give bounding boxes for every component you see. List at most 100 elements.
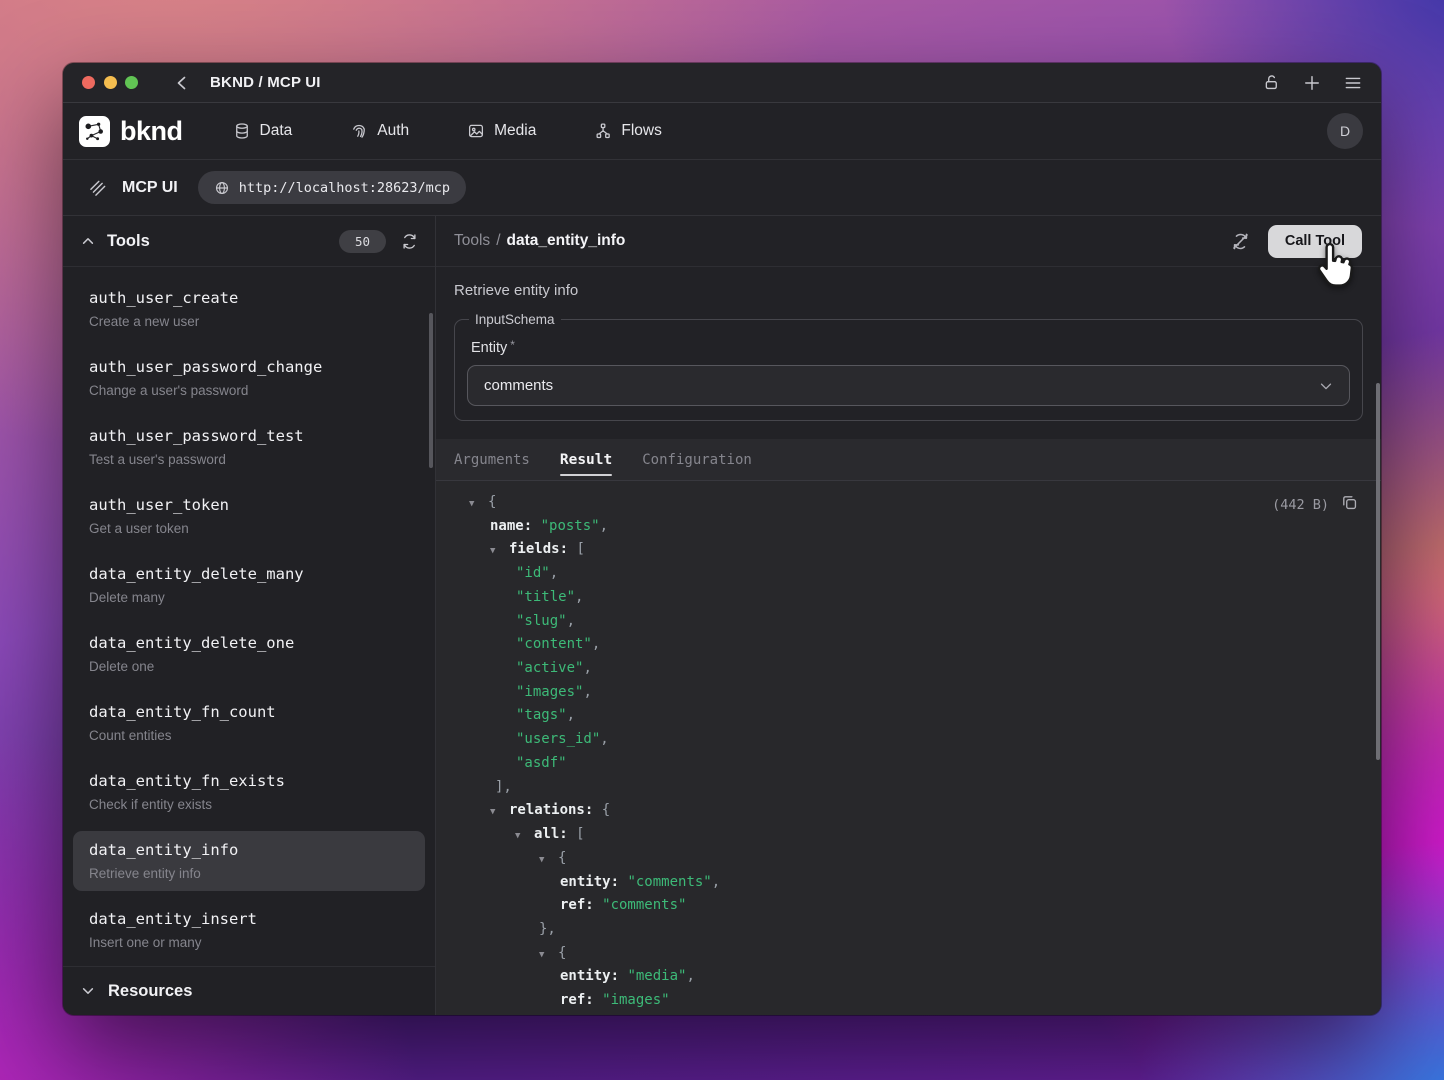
tool-description: Delete many [89, 589, 419, 606]
zoom-window-button[interactable] [125, 76, 138, 89]
breadcrumb-current-tool: data_entity_info [507, 232, 626, 250]
sidebar-scrollbar-thumb[interactable] [429, 313, 433, 468]
sidebar-tool-item[interactable]: data_entity_fn_countCount entities [63, 693, 435, 762]
nav-item-auth[interactable]: Auth [350, 122, 409, 140]
code-line: ▼{ [469, 491, 1381, 515]
code-line: "asdf" [469, 752, 1381, 776]
code-line: ▼relations: { [469, 799, 1381, 823]
result-json-viewer: (442 B) ▼{name: "posts",▼fields: ["id","… [436, 481, 1381, 1015]
code-line: ], [469, 776, 1381, 800]
title-bar: BKND / MCP UI [63, 63, 1381, 103]
collapse-toggle-icon[interactable]: ▼ [490, 540, 509, 564]
code-line: ▼fields: [ [469, 538, 1381, 562]
tab-configuration[interactable]: Configuration [642, 439, 752, 480]
minimize-window-button[interactable] [104, 76, 117, 89]
server-url: http://localhost:28623/mcp [239, 180, 450, 196]
chevron-down-icon [1317, 377, 1335, 395]
tool-detail-panel: Tools / data_entity_info Call Tool Retri… [436, 216, 1381, 1015]
chevron-left-icon [174, 75, 190, 91]
server-url-pill[interactable]: http://localhost:28623/mcp [198, 171, 466, 204]
sidebar-tool-item[interactable]: auth_user_password_test Test a user's pas… [63, 417, 435, 486]
chevron-up-icon [81, 234, 95, 248]
tools-count-badge: 50 [339, 230, 386, 253]
new-tab-button[interactable] [1302, 73, 1322, 93]
nav-item-label: Auth [377, 122, 409, 140]
menu-button[interactable] [1343, 73, 1363, 93]
tool-description: Change a user's password [89, 382, 419, 399]
code-line: ▼{ [469, 942, 1381, 966]
code-line: entity: "media", [469, 965, 1381, 989]
tool-name: data_entity_fn_exists [89, 771, 419, 791]
tab-arguments[interactable]: Arguments [454, 439, 530, 480]
mcp-icon [88, 178, 108, 198]
code-line: "users_id", [469, 728, 1381, 752]
code-line: entity: "comments", [469, 871, 1381, 895]
tool-description: Create a new user [89, 313, 419, 330]
input-schema-legend: InputSchema [469, 312, 561, 327]
sidebar-tool-item[interactable]: auth_user_tokenGet a user token [63, 486, 435, 555]
collapse-toggle-icon[interactable]: ▼ [490, 801, 509, 825]
desktop-background: BKND / MCP UI [0, 0, 1444, 1080]
tool-name: auth_user_password_test [89, 426, 419, 446]
plus-icon [1302, 73, 1322, 93]
collapse-toggle-icon[interactable]: ▼ [539, 849, 558, 873]
auto-call-toggle-button[interactable] [1230, 231, 1251, 252]
nav-item-media[interactable]: Media [467, 122, 536, 140]
collapse-toggle-icon[interactable]: ▼ [515, 825, 534, 849]
app-nav-bar: bknd Data Auth Media Flows [63, 103, 1381, 160]
tool-name: data_entity_insert [89, 909, 419, 929]
tool-description: Insert one or many [89, 934, 419, 951]
sidebar-tool-item[interactable]: data_entity_infoRetrieve entity info [73, 831, 425, 891]
nav-item-label: Media [494, 122, 536, 140]
code-line: "title", [469, 586, 1381, 610]
sidebar-tool-item[interactable]: data_entity_delete_oneDelete one [63, 624, 435, 693]
resources-section-title: Resources [108, 982, 192, 1001]
breadcrumb-separator: / [496, 232, 500, 250]
tool-description: Test a user's password [89, 451, 419, 468]
sidebar-tool-item[interactable]: data_entity_delete_many Delete many [63, 555, 435, 624]
tool-description: Check if entity exists [89, 796, 419, 813]
close-window-button[interactable] [82, 76, 95, 89]
copy-icon [1340, 493, 1359, 512]
result-tabs: Arguments Result Configuration [436, 439, 1381, 481]
code-line: ref: "images" [469, 989, 1381, 1013]
sidebar-tool-item[interactable]: auth_user_password_changeChange a user's… [63, 348, 435, 417]
sidebar-tool-item[interactable]: auth_user_createCreate a new user [63, 279, 435, 348]
hamburger-icon [1343, 73, 1363, 93]
refresh-tools-button[interactable] [400, 232, 419, 251]
tool-description: Get a user token [89, 520, 419, 537]
nav-item-flows[interactable]: Flows [594, 122, 661, 140]
input-schema-fieldset: InputSchema Entity* comments [454, 312, 1363, 421]
bknd-logo-icon [79, 116, 110, 147]
nav-item-label: Data [260, 122, 293, 140]
main-scrollbar-thumb[interactable] [1376, 383, 1380, 760]
tool-name: data_entity_fn_count [89, 702, 419, 722]
sidebar-tool-item[interactable]: data_entity_fn_exists Check if entity exi… [63, 762, 435, 831]
copy-result-button[interactable] [1340, 493, 1359, 517]
resources-section-header[interactable]: Resources [63, 966, 435, 1015]
tools-section-title: Tools [107, 232, 150, 251]
entity-select[interactable]: comments [467, 365, 1350, 406]
entity-select-value: comments [484, 377, 1317, 394]
tab-result[interactable]: Result [560, 439, 612, 480]
window-title: BKND / MCP UI [210, 74, 321, 91]
collapse-toggle-icon[interactable]: ▼ [539, 944, 558, 968]
required-mark: * [510, 338, 515, 352]
collapse-toggle-icon[interactable]: ▼ [469, 493, 488, 517]
lock-icon[interactable] [1262, 73, 1281, 92]
nav-item-data[interactable]: Data [233, 122, 293, 140]
sidebar-tool-item[interactable]: data_entity_insert Insert one or many [63, 900, 435, 966]
tool-description: Retrieve entity info [454, 282, 1363, 299]
tools-section-header[interactable]: Tools 50 [63, 216, 435, 267]
brand-logo[interactable]: bknd [79, 116, 183, 147]
code-line: "content", [469, 633, 1381, 657]
code-line: "id", [469, 562, 1381, 586]
tool-name: data_entity_delete_many [89, 564, 419, 584]
back-button[interactable] [174, 75, 190, 91]
code-line: ref: "comments" [469, 894, 1381, 918]
user-avatar[interactable]: D [1327, 113, 1363, 149]
tool-name: data_entity_delete_one [89, 633, 419, 653]
code-line: "active", [469, 657, 1381, 681]
refresh-off-icon [1230, 231, 1251, 252]
breadcrumb-section[interactable]: Tools [454, 232, 490, 250]
